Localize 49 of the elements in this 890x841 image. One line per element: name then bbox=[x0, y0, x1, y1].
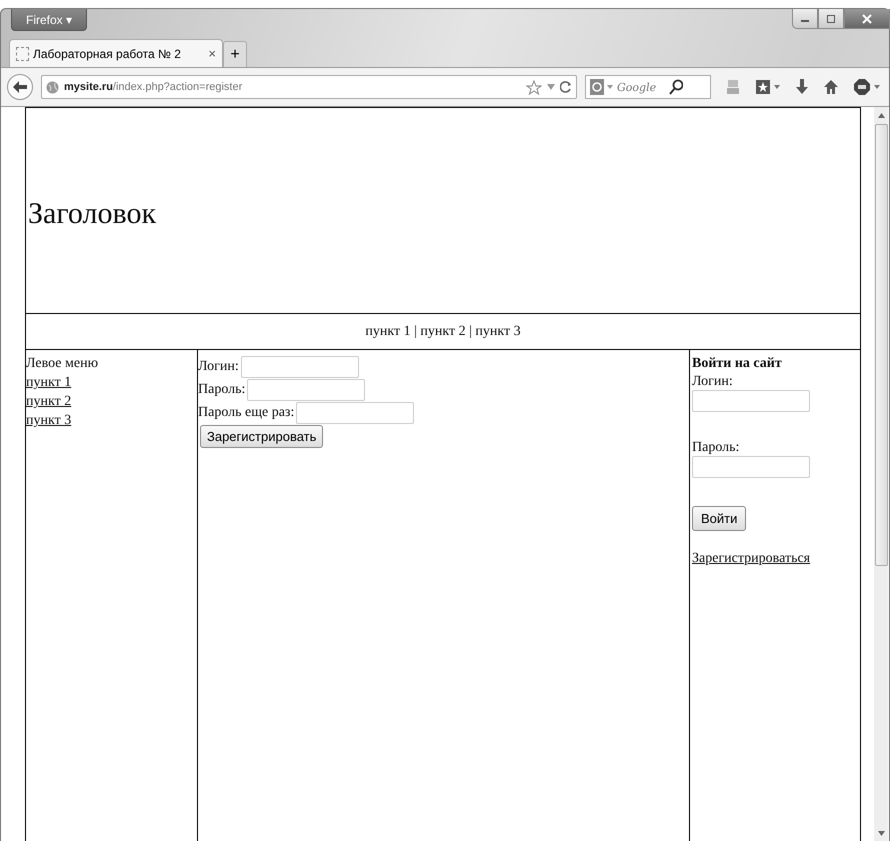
input-field[interactable] bbox=[240, 356, 359, 378]
maximize-icon bbox=[826, 14, 836, 24]
firefox-menu-button[interactable]: Firefox ▾ bbox=[11, 9, 88, 31]
search-box[interactable]: Google bbox=[585, 75, 711, 99]
scroll-down-icon[interactable] bbox=[878, 831, 884, 836]
menu-title: Левое меню bbox=[26, 356, 100, 372]
field-label: Пароль еще раз: bbox=[198, 405, 294, 421]
menu-link[interactable]: пункт 2 bbox=[26, 394, 72, 409]
home-icon[interactable] bbox=[823, 79, 839, 95]
menu-link[interactable]: пункт 1 bbox=[26, 375, 72, 390]
new-tab-button[interactable]: + bbox=[223, 41, 247, 67]
globe-icon bbox=[46, 80, 59, 94]
field-label: Логин: bbox=[692, 374, 734, 390]
minimize-button[interactable] bbox=[792, 9, 818, 29]
input-field[interactable] bbox=[296, 402, 414, 424]
back-arrow-icon bbox=[13, 81, 27, 93]
address-bar[interactable]: mysite.ru/index.php?action=register bbox=[41, 75, 577, 99]
login-title: Войти на сайт bbox=[692, 356, 783, 372]
top-menu-text: пункт 1 | пункт 2 | пункт 3 bbox=[365, 324, 521, 340]
close-tab-button[interactable]: × bbox=[208, 46, 216, 61]
register-button[interactable]: Зарегистрировать bbox=[200, 425, 324, 448]
back-button[interactable] bbox=[7, 74, 33, 100]
input-field[interactable] bbox=[247, 379, 366, 401]
search-engine-icon[interactable] bbox=[589, 78, 615, 96]
maximize-button[interactable] bbox=[818, 9, 844, 29]
page-icon bbox=[16, 46, 29, 60]
scroll-up-icon[interactable] bbox=[878, 113, 884, 118]
tab-title: Лабораторная работа № 2 bbox=[33, 46, 182, 60]
url-text: mysite.ru/index.php?action=register bbox=[64, 81, 244, 93]
input-field[interactable] bbox=[692, 456, 810, 478]
browser-tab[interactable]: Лабораторная работа № 2 × bbox=[9, 39, 223, 67]
page-heading: Заголовок bbox=[28, 196, 156, 230]
close-icon bbox=[862, 14, 872, 24]
scrollbar[interactable] bbox=[874, 107, 888, 841]
field-label: Пароль: bbox=[198, 382, 246, 398]
field-label: Логин: bbox=[198, 359, 239, 375]
star-icon[interactable] bbox=[526, 80, 542, 94]
scrollbar-thumb[interactable] bbox=[874, 124, 888, 566]
close-button[interactable] bbox=[844, 9, 890, 29]
menu-link[interactable]: пункт 3 bbox=[26, 413, 72, 428]
login-button[interactable]: Войти bbox=[692, 506, 746, 531]
reload-icon[interactable] bbox=[560, 81, 572, 93]
field-label: Пароль: bbox=[692, 440, 740, 456]
download-icon[interactable] bbox=[795, 79, 809, 95]
dropdown-icon[interactable] bbox=[547, 84, 555, 90]
search-icon[interactable] bbox=[669, 79, 683, 95]
input-field[interactable] bbox=[692, 390, 810, 412]
register-link[interactable]: Зарегистрироваться bbox=[692, 551, 810, 566]
bookmarks-icon[interactable] bbox=[755, 79, 781, 95]
